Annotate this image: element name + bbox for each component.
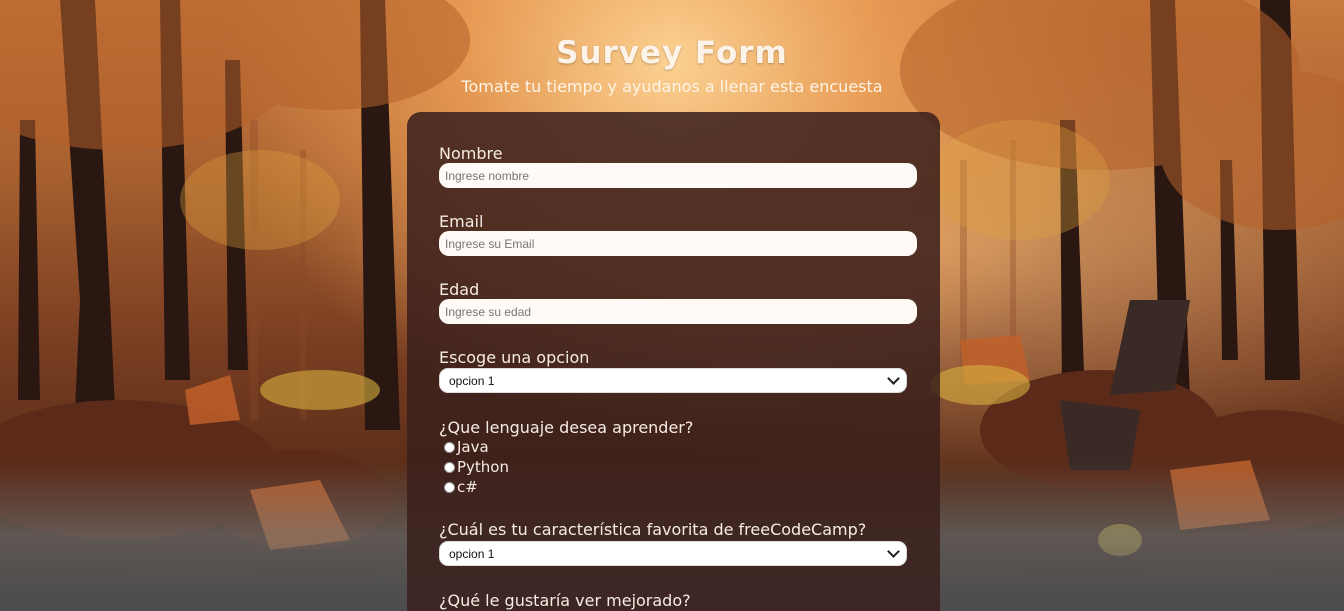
favorite-feature-value: opcion 1 — [449, 546, 495, 561]
option-select-label: Escoge una opcion — [439, 348, 590, 367]
email-input[interactable] — [439, 231, 917, 256]
page-subtitle: Tomate tu tiempo y ayudanos a llenar est… — [461, 77, 883, 96]
radio-label-csharp: c# — [457, 478, 478, 496]
age-input[interactable] — [439, 299, 917, 324]
radio-button[interactable] — [444, 441, 455, 453]
radio-option-java[interactable]: Java — [444, 438, 489, 456]
chevron-down-icon — [887, 545, 900, 558]
language-label: ¿Que lenguaje desea aprender? — [439, 418, 694, 437]
name-input[interactable] — [439, 163, 917, 188]
radio-button[interactable] — [444, 461, 455, 473]
radio-button[interactable] — [444, 481, 455, 493]
email-label: Email — [439, 212, 484, 231]
favorite-feature-dropdown[interactable]: opcion 1 — [439, 541, 907, 566]
name-label: Nombre — [439, 144, 503, 163]
chevron-down-icon — [887, 372, 900, 385]
favorite-feature-label: ¿Cuál es tu característica favorita de f… — [439, 520, 867, 539]
radio-option-csharp[interactable]: c# — [444, 478, 478, 496]
survey-form: Nombre Email Edad Escoge una opcion opci… — [407, 112, 940, 611]
page-title: Survey Form — [556, 34, 788, 71]
radio-label-python: Python — [457, 458, 509, 476]
improve-label: ¿Qué le gustaría ver mejorado? — [439, 591, 691, 610]
radio-label-java: Java — [457, 438, 489, 456]
age-label: Edad — [439, 280, 480, 299]
option-select-value: opcion 1 — [449, 373, 495, 388]
radio-option-python[interactable]: Python — [444, 458, 509, 476]
option-select-dropdown[interactable]: opcion 1 — [439, 368, 907, 393]
